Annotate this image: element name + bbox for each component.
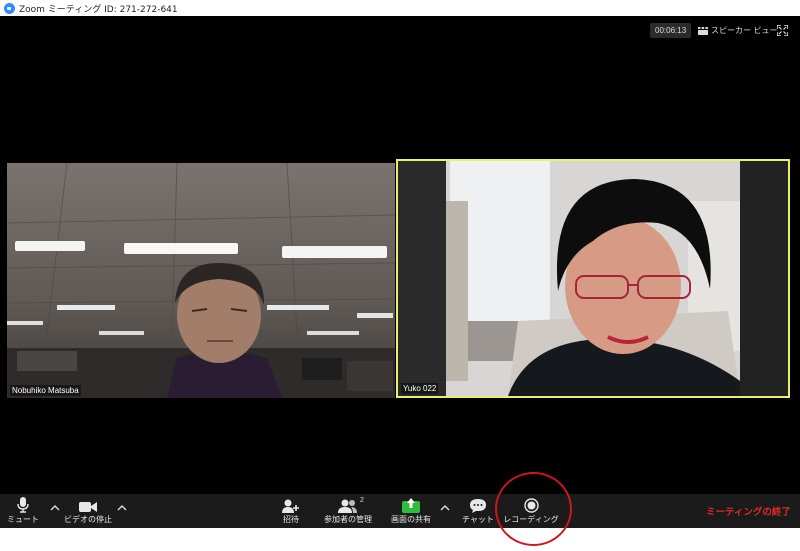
add-person-icon: [282, 499, 299, 513]
video-label: ビデオの停止: [64, 515, 112, 524]
title-bar: Zoom ミーティング ID: 271-272-641: [0, 0, 800, 16]
chevron-up-icon[interactable]: [440, 504, 450, 512]
meeting-timer: 00:06:13: [650, 23, 692, 38]
invite-label: 招待: [283, 515, 299, 524]
zoom-logo-icon: [4, 2, 15, 14]
video-button[interactable]: ビデオの停止: [62, 494, 114, 528]
people-icon: [338, 499, 357, 513]
speaker-view-button[interactable]: スピーカー ビュー: [698, 23, 778, 38]
chat-label: チャット: [462, 515, 494, 524]
end-meeting-button[interactable]: ミーティングの終了: [706, 504, 791, 518]
invite-button[interactable]: 招待: [278, 494, 304, 528]
share-screen-icon: [402, 498, 420, 513]
meeting-toolbar: ミュート ビデオの停止 招待 参加者の管理 2 画面の共有 チャット レコーディ…: [0, 494, 800, 528]
speaker-video-frame: [398, 161, 788, 396]
microphone-icon: [17, 497, 29, 513]
chat-button[interactable]: チャット: [462, 494, 494, 528]
speaker-view-icon: [698, 26, 708, 35]
participant-video-1[interactable]: Nobuhiko Matsuba: [7, 163, 395, 398]
mute-label: ミュート: [7, 515, 39, 524]
annotation-circle: [495, 472, 572, 546]
chevron-up-icon[interactable]: [50, 504, 60, 512]
participant-name: Yuko 022: [401, 383, 439, 394]
share-label: 画面の共有: [391, 515, 431, 524]
participant-name: Nobuhiko Matsuba: [10, 385, 81, 396]
mute-button[interactable]: ミュート: [6, 494, 40, 528]
chat-bubble-icon: [470, 499, 486, 513]
video-camera-icon: [79, 502, 97, 512]
participant-video-2[interactable]: Yuko 022: [396, 159, 790, 398]
office-video-frame: [7, 163, 395, 398]
fullscreen-icon[interactable]: [777, 25, 788, 36]
window-title: Zoom ミーティング ID: 271-272-641: [19, 4, 178, 15]
participants-count: 2: [360, 497, 364, 504]
share-screen-button[interactable]: 画面の共有: [388, 494, 434, 528]
participants-label: 参加者の管理: [324, 515, 372, 524]
view-label: スピーカー ビュー: [711, 26, 778, 35]
participants-button[interactable]: 参加者の管理: [320, 494, 376, 528]
meeting-area: 00:06:13 スピーカー ビュー Nobuhiko Matsuba Yuko…: [0, 16, 800, 494]
chevron-up-icon[interactable]: [117, 504, 127, 512]
